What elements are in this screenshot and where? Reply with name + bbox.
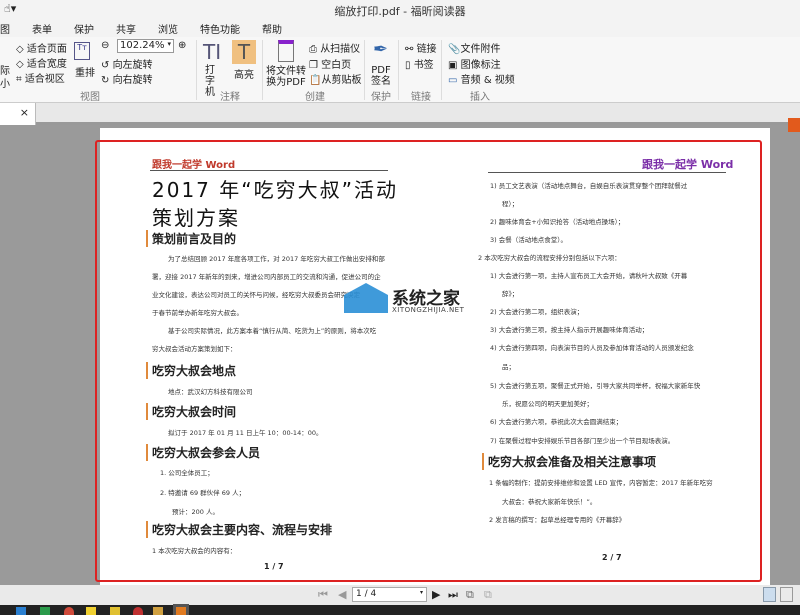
- convert-icon: [278, 40, 294, 62]
- group-create-label: 创建: [305, 92, 325, 103]
- group-view-label: 视图: [80, 92, 100, 103]
- fit-visible-label: 适合视区: [24, 74, 65, 85]
- prev-page-icon[interactable]: ◀: [338, 588, 346, 601]
- fit-width-label: 适合宽度: [26, 59, 67, 70]
- typewriter-icon: TI: [203, 40, 222, 64]
- rotate-left-label: 向左旋转: [112, 60, 153, 71]
- from-clipboard-label: 从剪贴板: [321, 75, 362, 86]
- two-page-icon[interactable]: [780, 587, 793, 602]
- window-title: 缩放打印.pdf - 福昕阅读器: [334, 5, 466, 18]
- first-page-icon[interactable]: ⏮: [318, 588, 328, 602]
- menu-protect[interactable]: 保护: [74, 21, 94, 36]
- document-tab[interactable]: ×: [0, 103, 36, 125]
- selection-frame: [95, 140, 762, 582]
- pen-icon: ✒: [373, 39, 389, 60]
- pdf-sign-button[interactable]: PDF签名: [371, 65, 391, 87]
- menu-help[interactable]: 帮助: [262, 21, 282, 36]
- zoom-value: 102.24%: [120, 40, 165, 51]
- reflow-icon[interactable]: Tт: [74, 42, 90, 60]
- image-annotation-label: 图像标注: [460, 60, 501, 71]
- reflow-button[interactable]: 重排: [75, 64, 95, 79]
- taskbar-foxit-icon[interactable]: [173, 604, 189, 615]
- blank-page-label: 空白页: [321, 60, 352, 71]
- bookmark-button[interactable]: ▯ 书签: [405, 56, 434, 71]
- audio-video-button[interactable]: ▭ 音频 & 视频: [448, 71, 515, 86]
- close-icon[interactable]: ×: [20, 106, 29, 119]
- divider: [441, 40, 442, 100]
- menu-bar: 图 表单 保护 共享 浏览 特色功能 帮助: [0, 20, 800, 37]
- rotate-right-button[interactable]: ↻ 向右旋转: [101, 71, 153, 86]
- page-field[interactable]: 1 / 4 ▾: [352, 587, 427, 602]
- actual-size-label: 小: [0, 79, 10, 90]
- group-links-label: 链接: [411, 92, 431, 103]
- menu-form[interactable]: 表单: [32, 21, 52, 36]
- taskbar-app-icon[interactable]: [16, 607, 26, 615]
- group-protect-label: 保护: [371, 92, 391, 103]
- convert-button[interactable]: 将文件转换为PDF: [266, 66, 306, 88]
- menu-features[interactable]: 特色功能: [200, 21, 240, 36]
- menu-browse[interactable]: 浏览: [158, 21, 178, 36]
- highlight-icon[interactable]: T: [232, 40, 256, 64]
- divider: [398, 40, 399, 100]
- last-page-icon[interactable]: ⏭: [448, 588, 458, 602]
- taskbar-app-icon[interactable]: [133, 607, 143, 615]
- taskbar-app-icon[interactable]: [86, 607, 96, 615]
- divider: [262, 40, 263, 100]
- next-page-icon[interactable]: ▶: [432, 588, 440, 601]
- menu-view[interactable]: 图: [0, 21, 10, 36]
- prev-view-icon[interactable]: ⧉: [466, 588, 474, 602]
- from-scanner-button[interactable]: ⎙ 从扫描仪: [309, 40, 360, 55]
- blank-page-button[interactable]: ❐ 空白页: [309, 56, 351, 71]
- divider: [196, 40, 197, 100]
- tab-bar: [0, 103, 800, 125]
- zoom-field[interactable]: 102.24% ▾: [117, 39, 174, 53]
- navigation-bar: ⏮ ◀ 1 / 4 ▾ ▶ ⏭ ⧉ ⧉: [0, 585, 800, 605]
- group-insert-label: 插入: [470, 92, 490, 103]
- zoom-out-icon[interactable]: ⊖: [101, 40, 109, 51]
- highlight-button[interactable]: 高亮: [234, 66, 254, 81]
- fit-page-button[interactable]: ◇ 适合页面: [16, 40, 67, 55]
- from-clipboard-button[interactable]: 📋从剪贴板: [309, 71, 361, 86]
- from-scanner-label: 从扫描仪: [320, 44, 361, 55]
- group-comment-label: 注释: [220, 92, 240, 103]
- single-page-icon[interactable]: [763, 587, 776, 602]
- taskbar-app-icon[interactable]: [40, 607, 50, 615]
- divider: [364, 40, 365, 100]
- taskbar-app-icon[interactable]: [110, 607, 120, 615]
- rotate-left-button[interactable]: ↺ 向左旋转: [101, 56, 153, 71]
- fit-width-button[interactable]: ◇ 适合宽度: [16, 55, 67, 70]
- image-annotation-button[interactable]: ▣ 图像标注: [448, 56, 501, 71]
- taskbar-app-icon[interactable]: [64, 607, 74, 615]
- typewriter-button[interactable]: 打字机: [205, 65, 221, 98]
- menu-share[interactable]: 共享: [116, 21, 136, 36]
- taskbar-app-icon[interactable]: [153, 607, 163, 615]
- file-attachment-label: 文件附件: [460, 44, 501, 55]
- zoom-in-icon[interactable]: ⊕: [178, 40, 186, 51]
- app-logo-icon: [788, 118, 800, 132]
- link-button[interactable]: ⚯ 链接: [405, 40, 437, 55]
- fit-visible-button[interactable]: ⌗ 适合视区: [16, 70, 65, 85]
- taskbar: [0, 605, 800, 615]
- fit-page-label: 适合页面: [26, 44, 67, 55]
- next-view-icon[interactable]: ⧉: [484, 588, 492, 602]
- audio-video-label: 音频 & 视频: [460, 75, 515, 86]
- bookmark-label: 书签: [413, 60, 434, 71]
- link-label: 链接: [416, 44, 437, 55]
- title-bar: ☝▾ 缩放打印.pdf - 福昕阅读器: [0, 0, 800, 20]
- rotate-right-label: 向右旋转: [112, 75, 153, 86]
- page-value: 1 / 4: [356, 589, 377, 599]
- file-attachment-button[interactable]: 📎文件附件: [448, 40, 500, 55]
